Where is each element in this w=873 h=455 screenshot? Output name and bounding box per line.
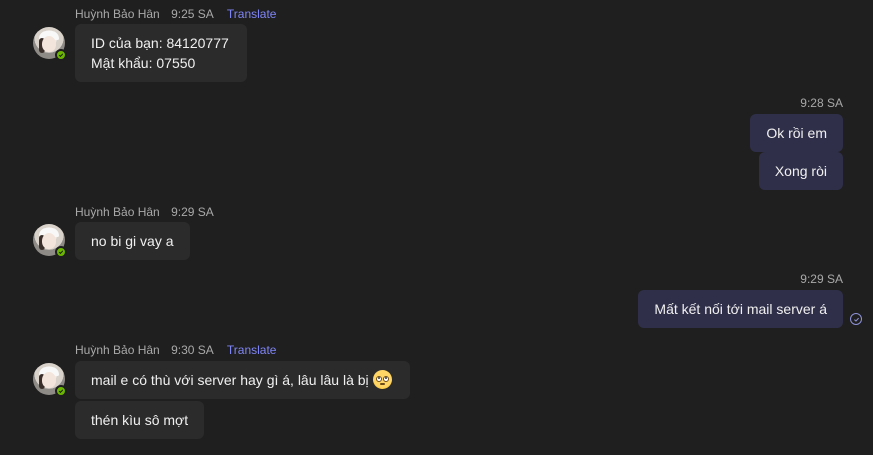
- message-text: mail e có thù với server hay gì á, lâu l…: [91, 372, 369, 388]
- message-time: 9:30 SA: [171, 343, 214, 357]
- face-with-rolling-eyes-emoji: [372, 370, 392, 389]
- available-check-icon: [55, 246, 67, 258]
- message-bubble[interactable]: Xong ròi: [758, 152, 843, 190]
- avatar[interactable]: [33, 363, 67, 397]
- message-text: Mật khẩu: 07550: [91, 55, 196, 71]
- avatar[interactable]: [33, 224, 67, 258]
- message-header: Huỳnh Bảo Hân 9:25 SA Translate: [75, 7, 276, 21]
- message-bubble[interactable]: Mất kết nối tới mail server á: [638, 290, 843, 328]
- available-check-icon: [55, 385, 67, 397]
- message-text: Mất kết nối tới mail server á: [654, 301, 827, 317]
- sender-name: Huỳnh Bảo Hân: [75, 205, 160, 219]
- avatar[interactable]: [33, 27, 67, 61]
- sender-name: Huỳnh Bảo Hân: [75, 7, 160, 21]
- translate-link[interactable]: Translate: [227, 343, 277, 357]
- message-time: 9:25 SA: [171, 7, 214, 21]
- message-text: thén kìu sô mợt: [91, 412, 189, 428]
- message-header: Huỳnh Bảo Hân 9:30 SA Translate: [75, 343, 276, 357]
- message-text: Ok rồi em: [766, 125, 827, 141]
- message-bubble[interactable]: no bi gi vay a: [75, 222, 190, 260]
- translate-link[interactable]: Translate: [227, 7, 277, 21]
- message-text: Xong ròi: [774, 163, 827, 179]
- message-time: 9:29 SA: [171, 205, 214, 219]
- message-bubble[interactable]: thén kìu sô mợt: [75, 401, 205, 439]
- available-check-icon: [55, 49, 67, 61]
- message-bubble[interactable]: ID của bạn: 84120777 Mật khẩu: 07550: [75, 24, 247, 82]
- message-bubble[interactable]: mail e có thù với server hay gì á, lâu l…: [75, 361, 410, 399]
- seen-check-icon: [850, 313, 862, 325]
- message-time: 9:28 SA: [800, 96, 843, 110]
- message-header: Huỳnh Bảo Hân 9:29 SA: [75, 205, 224, 219]
- message-bubble[interactable]: Ok rồi em: [750, 114, 843, 152]
- sender-name: Huỳnh Bảo Hân: [75, 343, 160, 357]
- message-time: 9:29 SA: [800, 272, 843, 286]
- message-text: ID của bạn: 84120777: [91, 35, 229, 51]
- message-text: no bi gi vay a: [91, 233, 174, 249]
